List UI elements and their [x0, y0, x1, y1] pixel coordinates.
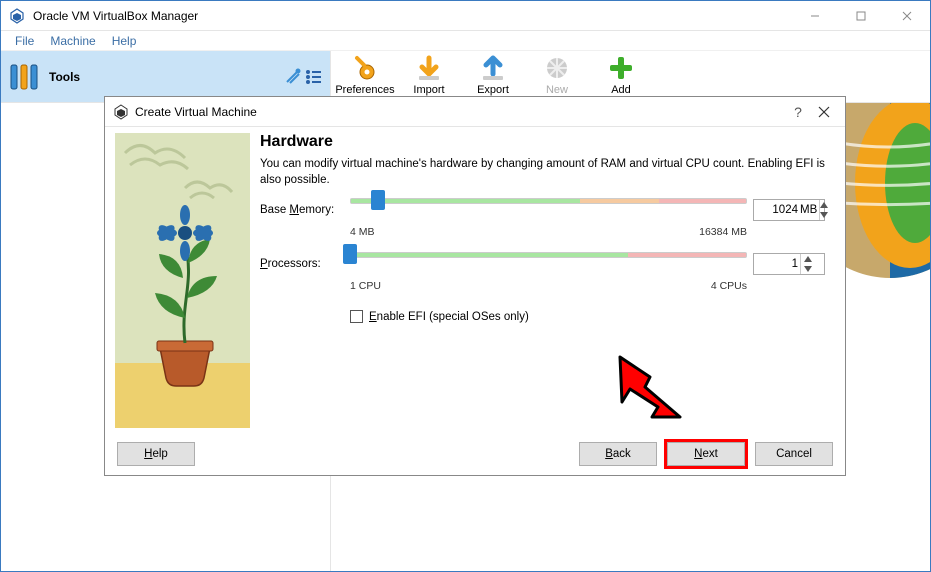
processors-spinbox[interactable] [753, 253, 825, 275]
tools-list-icon[interactable] [304, 68, 322, 86]
base-memory-value[interactable] [754, 204, 800, 216]
menu-file[interactable]: File [7, 32, 42, 50]
processors-label: Processors: [260, 258, 344, 270]
efi-checkbox[interactable] [350, 310, 363, 323]
toolbar-add[interactable]: Add [593, 54, 649, 96]
back-button[interactable]: Back [579, 442, 657, 466]
import-icon [415, 54, 443, 82]
dialog-icon [113, 104, 129, 120]
tools-label: Tools [49, 70, 284, 84]
maximize-button[interactable] [838, 1, 884, 30]
dialog-help-button[interactable]: ? [785, 99, 811, 125]
create-vm-dialog: Create Virtual Machine ? [104, 96, 846, 476]
tools-settings-icon[interactable] [284, 68, 302, 86]
ram-min-label: 4 MB [350, 226, 375, 238]
dialog-titlebar: Create Virtual Machine ? [105, 97, 845, 127]
app-title: Oracle VM VirtualBox Manager [33, 9, 792, 23]
titlebar: Oracle VM VirtualBox Manager [1, 1, 930, 31]
processors-value[interactable] [754, 258, 800, 270]
toolbar-add-label: Add [611, 84, 631, 96]
dialog-close-button[interactable] [811, 99, 837, 125]
tools-panel[interactable]: Tools [1, 51, 331, 102]
main-window: Oracle VM VirtualBox Manager File Machin… [0, 0, 931, 572]
wizard-illustration [115, 133, 250, 428]
menu-machine[interactable]: Machine [42, 32, 103, 50]
processors-thumb[interactable] [343, 244, 357, 264]
processors-slider[interactable] [350, 252, 747, 276]
base-memory-thumb[interactable] [371, 190, 385, 210]
cancel-button[interactable]: Cancel [755, 442, 833, 466]
export-icon [479, 54, 507, 82]
add-icon [607, 54, 635, 82]
spin-down-icon[interactable] [820, 210, 828, 220]
spin-up-icon[interactable] [801, 254, 814, 264]
wizard-description: You can modify virtual machine's hardwar… [260, 157, 825, 188]
base-memory-label: Base Memory: [260, 204, 344, 216]
dialog-footer: Help Back Next Cancel [105, 433, 845, 475]
cpu-max-label: 4 CPUs [711, 280, 747, 292]
base-memory-spinbox[interactable]: MB [753, 199, 825, 221]
minimize-button[interactable] [792, 1, 838, 30]
cpu-min-label: 1 CPU [350, 280, 381, 292]
toolbar-new[interactable]: New [529, 54, 585, 96]
toolbar-preferences[interactable]: Preferences [337, 54, 393, 96]
next-button[interactable]: Next [667, 442, 745, 466]
menu-help[interactable]: Help [104, 32, 145, 50]
new-icon [543, 54, 571, 82]
base-memory-slider[interactable] [350, 198, 747, 222]
toolbar-import-label: Import [413, 84, 444, 96]
gear-icon [351, 54, 379, 82]
tools-icon [9, 61, 41, 93]
toolbar-preferences-label: Preferences [335, 84, 394, 96]
efi-label: Enable EFI (special OSes only) [369, 311, 529, 323]
menubar: File Machine Help [1, 31, 930, 51]
toolbar-export[interactable]: Export [465, 54, 521, 96]
global-toolbar: Preferences Import Export New [331, 51, 655, 102]
close-button[interactable] [884, 1, 930, 30]
dialog-title: Create Virtual Machine [135, 105, 785, 119]
toolbar-export-label: Export [477, 84, 509, 96]
app-icon [9, 8, 25, 24]
toolbar-new-label: New [546, 84, 568, 96]
toolbar-import[interactable]: Import [401, 54, 457, 96]
ram-max-label: 16384 MB [699, 226, 747, 238]
spin-up-icon[interactable] [820, 200, 828, 210]
base-memory-unit: MB [800, 204, 819, 216]
help-button[interactable]: Help [117, 442, 195, 466]
spin-down-icon[interactable] [801, 264, 814, 274]
wizard-heading: Hardware [260, 133, 825, 151]
